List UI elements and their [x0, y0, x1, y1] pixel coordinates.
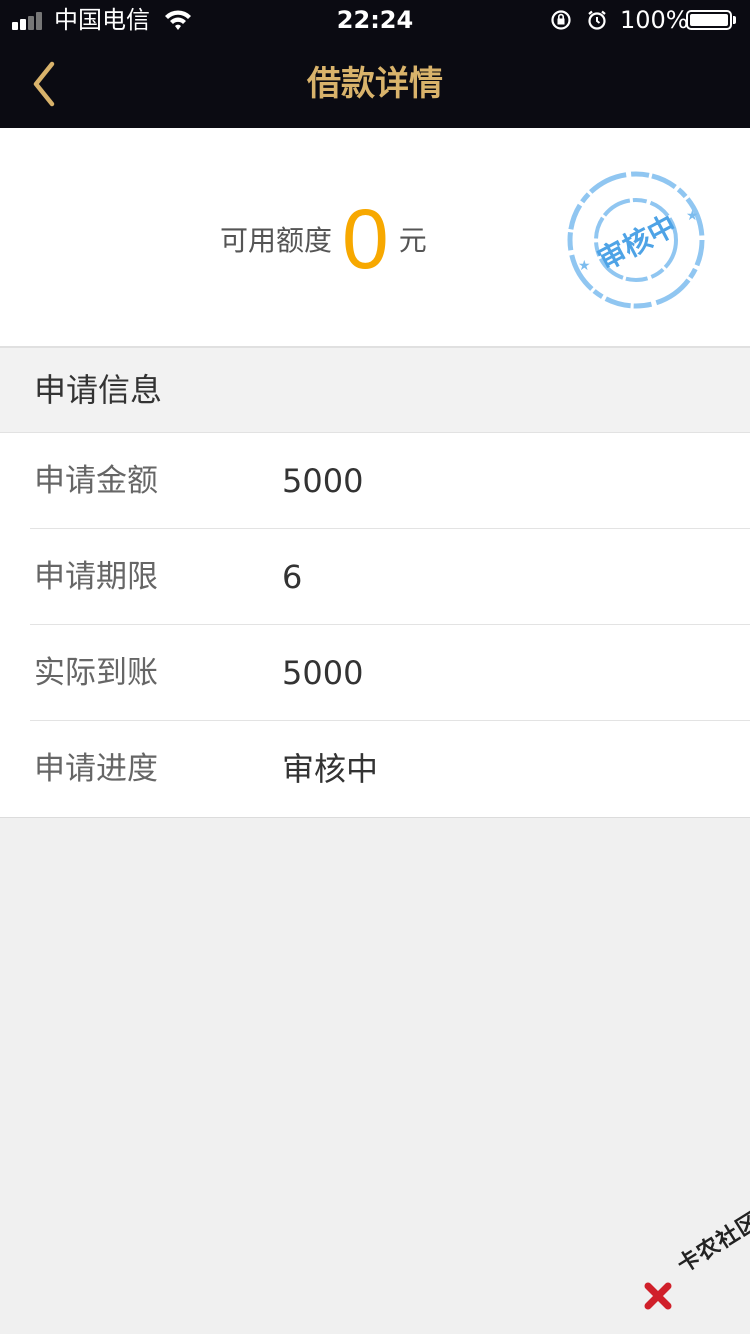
watermark-logo-icon [644, 1282, 672, 1310]
quota-value: 0 [342, 192, 389, 286]
quota-unit: 元 [398, 224, 427, 257]
row-value: 6 [282, 558, 303, 596]
under-review-stamp: ★ ★ 审核中 [567, 171, 705, 309]
application-info-list: 申请金额 5000 申请期限 6 实际到账 5000 申请进度 审核中 [0, 432, 750, 818]
battery-icon [686, 10, 736, 30]
watermark: 卡农社区 [644, 1208, 750, 1314]
row-label: 申请金额 [34, 463, 158, 499]
section-title: 申请信息 [34, 371, 163, 409]
row-label: 申请期限 [34, 559, 158, 595]
alarm-icon [588, 10, 606, 30]
stamp-text: 审核中 [592, 208, 682, 277]
row-value: 5000 [282, 462, 364, 500]
quota-card: 可用额度 0 元 ★ ★ 审核中 [0, 128, 750, 348]
status-bar: 中国电信 22:24 100% [0, 0, 750, 40]
quota-label: 可用额度 [220, 224, 333, 257]
list-item: 实际到账 5000 [0, 625, 750, 721]
available-quota: 可用额度 0 元 [220, 194, 427, 284]
stamp-star-right: ★ [686, 208, 699, 224]
battery-percentage: 100% [620, 6, 689, 34]
row-label: 申请进度 [34, 751, 158, 787]
list-item: 申请进度 审核中 [0, 721, 750, 817]
list-item: 申请期限 6 [0, 529, 750, 625]
row-label: 实际到账 [34, 655, 158, 691]
row-value: 5000 [282, 654, 364, 692]
section-header: 申请信息 [0, 348, 750, 432]
page-title: 借款详情 [307, 64, 443, 104]
top-bar: 中国电信 22:24 100% 借款详情 [0, 0, 750, 128]
list-item: 申请金额 5000 [0, 433, 750, 529]
orientation-lock-icon [551, 10, 571, 30]
row-value: 审核中 [282, 750, 379, 788]
watermark-text: 卡农社区 [673, 1208, 750, 1279]
stamp-star-left: ★ [578, 258, 591, 274]
